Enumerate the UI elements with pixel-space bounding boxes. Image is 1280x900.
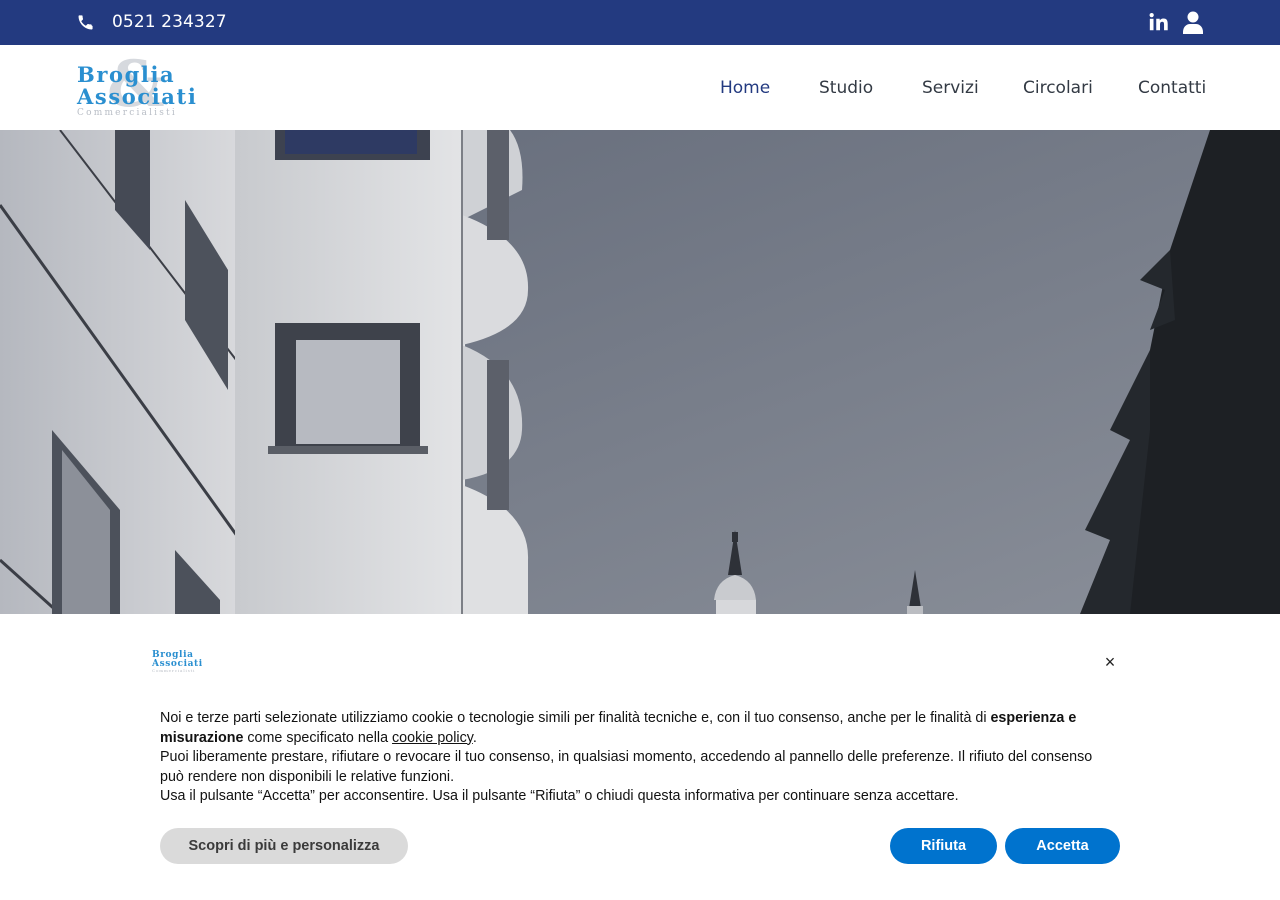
reject-button[interactable]: Rifiuta [890,828,997,864]
linkedin-icon[interactable] [1148,11,1170,33]
top-bar: 0521 234327 [0,0,1280,45]
main-nav: Home Studio Servizi Circolari Contatti [0,78,1280,100]
hero-photo [0,130,1280,614]
logo-line-3: Commercialisti [77,108,177,118]
site-header: & Broglia Associati Commercialisti Home … [0,45,1280,130]
cookie-text-1c: come specificato nella [243,729,393,746]
phone-number[interactable]: 0521 234327 [112,12,227,32]
close-icon[interactable]: × [1100,652,1120,672]
cookie-text-1d: . [472,729,477,746]
cookie-logo-line-3: Commercialisti [152,668,196,673]
cookie-text: Noi e terze parti selezionate utilizziam… [160,709,1120,807]
cookie-paragraph-3: Usa il pulsante “Accetta” per acconsenti… [160,788,959,805]
nav-studio[interactable]: Studio [819,78,873,98]
cookie-banner: Broglia Associati Commercialisti × Noi e… [0,614,1280,900]
phone-icon[interactable] [77,14,94,31]
nav-contatti[interactable]: Contatti [1138,78,1206,98]
cookie-policy-link[interactable]: cookie policy [392,730,473,746]
accept-button[interactable]: Accetta [1005,828,1120,864]
cookie-paragraph-1: Noi e terze parti selezionate utilizziam… [160,709,1120,748]
cookie-text-1a: Noi e terze parti selezionate utilizziam… [160,710,991,726]
nav-circolari[interactable]: Circolari [1023,78,1093,98]
nav-servizi[interactable]: Servizi [922,78,979,98]
learn-more-button[interactable]: Scopri di più e personalizza [160,828,408,864]
cookie-paragraph-2: Puoi liberamente prestare, rifiutare o r… [160,749,1093,785]
hero-image [0,130,1280,614]
nav-home[interactable]: Home [720,78,770,98]
cookie-banner-logo: Broglia Associati Commercialisti [152,650,202,673]
user-icon[interactable] [1183,11,1203,34]
